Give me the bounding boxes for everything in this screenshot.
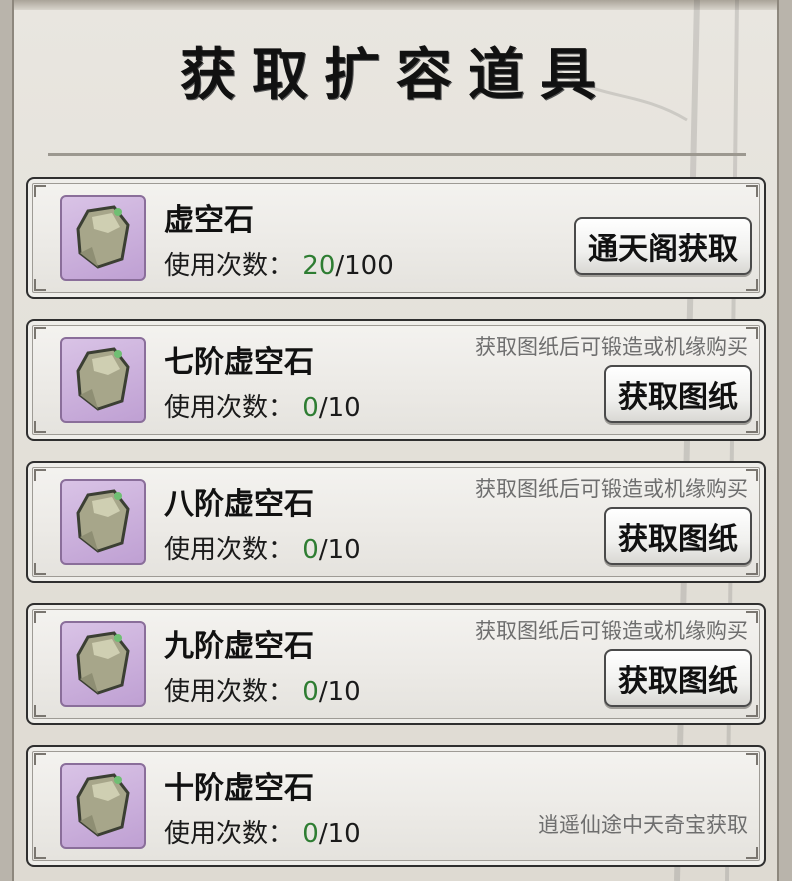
get-blueprint-button[interactable]: 获取图纸 (604, 365, 752, 423)
usage-current: 20 (302, 251, 336, 281)
item-name: 九阶虚空石 (164, 629, 314, 664)
usage-max: /10 (318, 535, 361, 565)
get-blueprint-button[interactable]: 获取图纸 (604, 649, 752, 707)
usage-current: 0 (302, 535, 319, 565)
usage-count: 使用次数： 0/10 (164, 671, 361, 708)
usage-count: 使用次数： 0/10 (164, 813, 361, 850)
usage-max: /10 (318, 819, 361, 849)
usage-max: /100 (335, 251, 394, 281)
item-card-tier9: 九阶虚空石 使用次数： 0/10 获取图纸后可锻造或机缘购买 获取图纸 (26, 603, 766, 725)
usage-label: 使用次数： (164, 393, 295, 423)
get-blueprint-button[interactable]: 获取图纸 (604, 507, 752, 565)
item-card-tier7: 七阶虚空石 使用次数： 0/10 获取图纸后可锻造或机缘购买 获取图纸 (26, 319, 766, 441)
obtain-hint: 获取图纸后可锻造或机缘购买 (475, 619, 748, 643)
usage-label: 使用次数： (164, 819, 295, 849)
usage-max: /10 (318, 393, 361, 423)
item-name: 虚空石 (164, 203, 254, 238)
void-stone-icon (60, 763, 146, 849)
void-stone-icon (60, 195, 146, 281)
item-name: 七阶虚空石 (164, 345, 314, 380)
dialog-title: 获取扩容道具 (180, 42, 612, 108)
usage-label: 使用次数： (164, 251, 295, 281)
usage-current: 0 (302, 819, 319, 849)
void-stone-icon (60, 479, 146, 565)
usage-label: 使用次数： (164, 535, 295, 565)
item-card-tier10: 十阶虚空石 使用次数： 0/10 逍遥仙途中天奇宝获取 (26, 745, 766, 867)
item-card-void-stone: 虚空石 使用次数： 20/100 通天阁获取 (26, 177, 766, 299)
usage-count: 使用次数： 0/10 (164, 387, 361, 424)
item-name: 八阶虚空石 (164, 487, 314, 522)
item-name: 十阶虚空石 (164, 771, 314, 806)
usage-count: 使用次数： 0/10 (164, 529, 361, 566)
item-card-tier8: 八阶虚空石 使用次数： 0/10 获取图纸后可锻造或机缘购买 获取图纸 (26, 461, 766, 583)
title-divider (48, 153, 746, 156)
obtain-hint: 获取图纸后可锻造或机缘购买 (475, 335, 748, 359)
usage-max: /10 (318, 677, 361, 707)
obtain-hint: 逍遥仙途中天奇宝获取 (538, 813, 748, 837)
void-stone-icon (60, 621, 146, 707)
usage-count: 使用次数： 20/100 (164, 245, 394, 282)
obtain-hint: 获取图纸后可锻造或机缘购买 (475, 477, 748, 501)
usage-current: 0 (302, 677, 319, 707)
void-stone-icon (60, 337, 146, 423)
usage-current: 0 (302, 393, 319, 423)
usage-label: 使用次数： (164, 677, 295, 707)
obtain-button[interactable]: 通天阁获取 (574, 217, 752, 275)
